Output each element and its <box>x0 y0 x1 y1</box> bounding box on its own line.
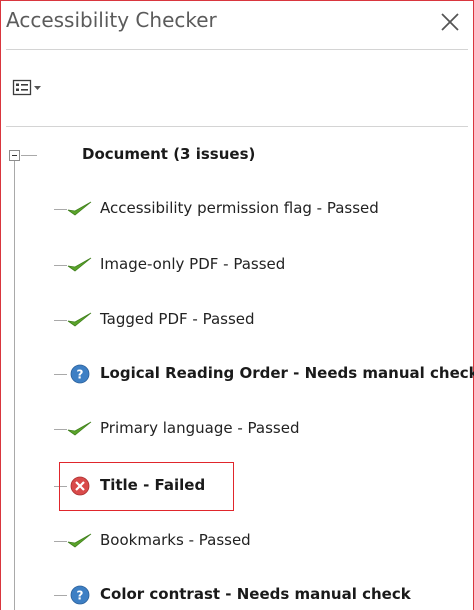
failed-item-highlight <box>59 462 234 511</box>
check-icon <box>66 419 94 439</box>
check-icon <box>66 199 94 219</box>
tree-item[interactable]: Tagged PDF - Passed <box>66 307 474 331</box>
tree-item-label: Accessibility permission flag - Passed <box>100 199 379 217</box>
results-tree: Document (3 issues) Accessibility permis… <box>0 0 474 610</box>
tree-item[interactable]: Accessibility permission flag - Passed <box>66 196 474 220</box>
tree-item-label: Tagged PDF - Passed <box>100 310 255 328</box>
tree-vertical-guide <box>14 161 15 610</box>
tree-item-label: Primary language - Passed <box>100 419 300 437</box>
question-icon: ? <box>66 364 94 384</box>
tree-item-label: Bookmarks - Passed <box>100 531 251 549</box>
tree-item[interactable]: Image-only PDF - Passed <box>66 252 474 276</box>
tree-item[interactable]: Bookmarks - Passed <box>66 528 474 552</box>
question-icon: ? <box>66 585 94 605</box>
check-icon <box>66 255 94 275</box>
tree-item[interactable]: ? Logical Reading Order - Needs manual c… <box>66 361 474 385</box>
tree-root-connector <box>21 155 37 156</box>
svg-text:?: ? <box>77 589 84 603</box>
tree-item[interactable]: ? Color contrast - Needs manual check <box>66 582 474 606</box>
tree-root-label[interactable]: Document (3 issues) <box>82 145 255 163</box>
tree-item-label: Logical Reading Order - Needs manual che… <box>100 364 474 382</box>
tree-item[interactable]: Primary language - Passed <box>66 416 474 440</box>
svg-text:?: ? <box>77 368 84 382</box>
tree-item-label: Image-only PDF - Passed <box>100 255 286 273</box>
tree-item-label: Color contrast - Needs manual check <box>100 585 411 603</box>
collapse-toggle[interactable] <box>9 150 20 161</box>
check-icon <box>66 531 94 551</box>
check-icon <box>66 310 94 330</box>
